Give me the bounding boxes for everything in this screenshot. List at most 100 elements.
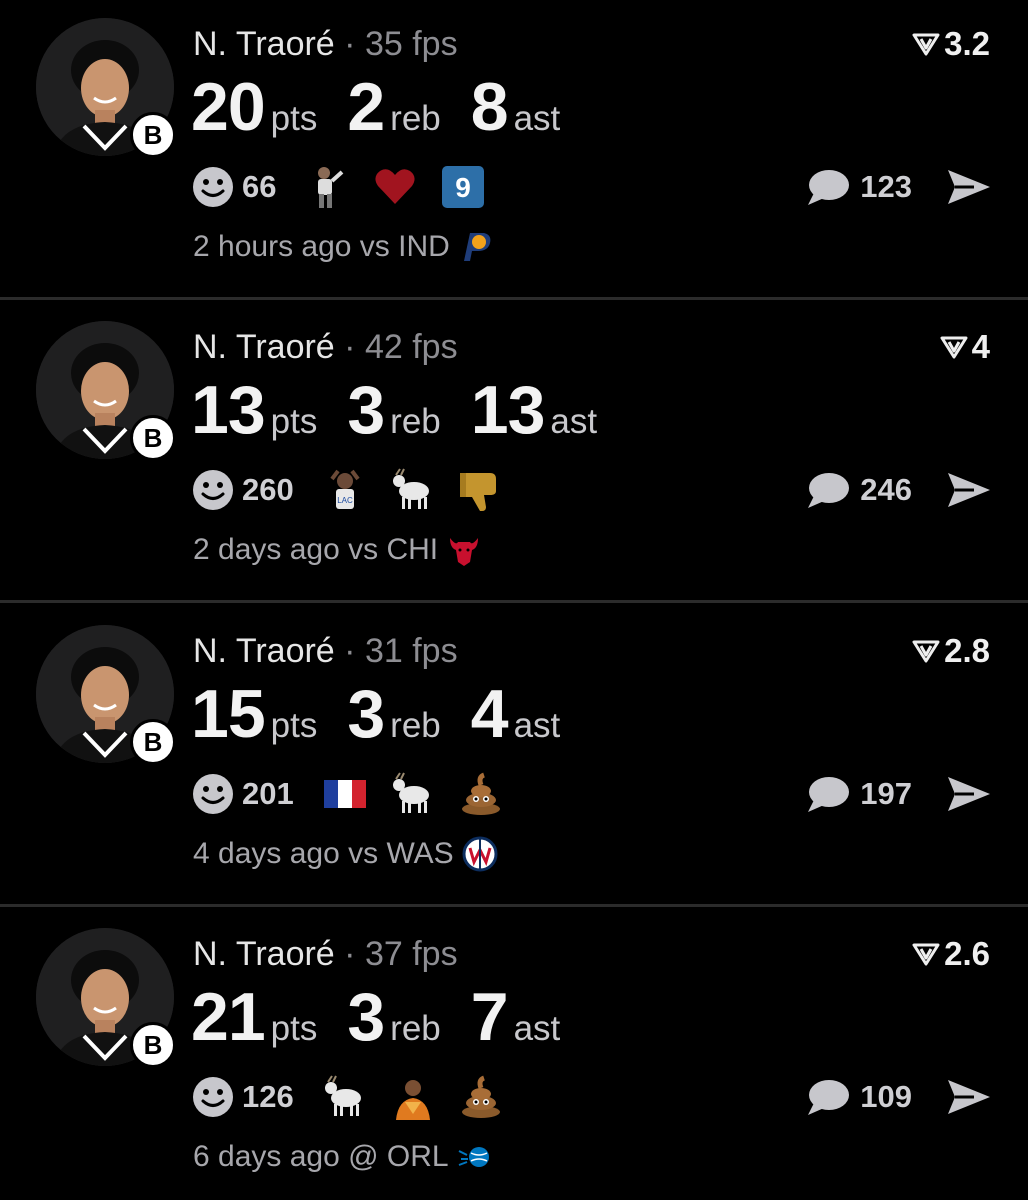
comments-button[interactable]: 123 bbox=[806, 164, 912, 210]
send-icon bbox=[948, 170, 990, 204]
rating[interactable]: 2.8 bbox=[912, 631, 990, 671]
game-post[interactable]: B N. Traoré · 35 fps 3.2 20 pts 2 reb 8 ast… bbox=[0, 0, 1028, 300]
comment-count: 246 bbox=[860, 472, 912, 507]
player-avatar[interactable]: B bbox=[36, 625, 176, 765]
number-9-emoji-icon[interactable]: 9 bbox=[440, 164, 486, 210]
game-post[interactable]: B N. Traoré · 37 fps 2.6 21 pts 3 reb 7 ast… bbox=[0, 910, 1028, 1200]
post-header: N. Traoré · 37 fps bbox=[193, 934, 458, 974]
comment-icon bbox=[808, 473, 850, 508]
assists-unit: ast bbox=[513, 706, 561, 745]
player-avatar[interactable]: B bbox=[36, 928, 176, 1068]
heart-emoji-icon[interactable] bbox=[372, 164, 418, 210]
rating-value: 2.6 bbox=[944, 935, 990, 972]
player-name[interactable]: N. Traoré bbox=[193, 632, 335, 670]
thumbs-down-emoji-icon[interactable] bbox=[458, 467, 504, 513]
reaction-count: 201 bbox=[242, 776, 294, 811]
smiley-icon bbox=[193, 774, 233, 814]
svg-text:9: 9 bbox=[456, 172, 472, 203]
game-feed: B N. Traoré · 35 fps 3.2 20 pts 2 reb 8 ast… bbox=[0, 0, 1028, 1200]
goat-emoji-icon[interactable] bbox=[390, 467, 436, 513]
game-meta: 2 hours ago vs IND bbox=[193, 228, 494, 266]
share-button[interactable] bbox=[946, 1076, 992, 1118]
player-avatar[interactable]: B bbox=[36, 18, 176, 158]
divider bbox=[0, 297, 1028, 300]
bulls-logo-icon bbox=[450, 538, 479, 566]
player-photo-emoji-icon[interactable]: LAC bbox=[322, 467, 368, 513]
comments-button[interactable]: 246 bbox=[806, 467, 912, 513]
player-photo-emoji-icon[interactable] bbox=[304, 164, 350, 210]
stat-line: 21 pts 3 reb 7 ast bbox=[191, 978, 590, 1058]
player-name[interactable]: N. Traoré bbox=[193, 328, 335, 366]
fantasy-points: 35 fps bbox=[364, 25, 458, 63]
comment-count: 123 bbox=[860, 169, 912, 204]
rebounds-unit: reb bbox=[390, 402, 441, 441]
player-avatar[interactable]: B bbox=[36, 321, 176, 461]
team-badge-icon: B bbox=[130, 112, 176, 158]
time-ago: 2 days ago bbox=[193, 533, 340, 566]
wizards-logo-icon bbox=[462, 836, 498, 872]
assists-value: 4 bbox=[470, 676, 509, 752]
reactions-bar: 201 bbox=[192, 771, 526, 817]
game-post[interactable]: B N. Traoré · 31 fps 2.8 15 pts 3 reb 4 ast… bbox=[0, 607, 1028, 907]
add-reaction-button[interactable] bbox=[192, 166, 234, 208]
assists-unit: ast bbox=[513, 99, 561, 138]
opponent[interactable]: vs WAS bbox=[348, 835, 454, 873]
rating-value: 3.2 bbox=[944, 25, 990, 62]
pacers-logo-icon bbox=[463, 233, 491, 261]
comment-count: 109 bbox=[860, 1079, 912, 1114]
points-unit: pts bbox=[270, 99, 318, 138]
reaction-count: 260 bbox=[242, 472, 294, 507]
share-button[interactable] bbox=[946, 166, 992, 208]
comment-count: 197 bbox=[860, 776, 912, 811]
separator: · bbox=[344, 25, 356, 63]
time-ago: 4 days ago bbox=[193, 837, 340, 870]
team-badge-icon: B bbox=[130, 415, 176, 461]
poop-emoji-icon[interactable] bbox=[458, 771, 504, 817]
points-unit: pts bbox=[270, 402, 318, 441]
share-button[interactable] bbox=[946, 469, 992, 511]
game-post[interactable]: B N. Traoré · 42 fps 4 13 pts 3 reb 13 ast … bbox=[0, 303, 1028, 603]
smiley-icon bbox=[193, 167, 233, 207]
rating-icon bbox=[940, 336, 968, 359]
opponent[interactable]: vs CHI bbox=[348, 531, 438, 569]
goat-emoji-icon[interactable] bbox=[390, 771, 436, 817]
person-photo-emoji-icon[interactable] bbox=[390, 1074, 436, 1120]
poop-emoji-icon[interactable] bbox=[458, 1074, 504, 1120]
opponent[interactable]: @ ORL bbox=[348, 1138, 448, 1176]
comment-icon bbox=[808, 1080, 850, 1115]
game-meta: 6 days ago @ ORL bbox=[193, 1138, 493, 1176]
stat-line: 13 pts 3 reb 13 ast bbox=[191, 371, 627, 451]
magic-logo-icon bbox=[458, 1147, 489, 1167]
add-reaction-button[interactable] bbox=[192, 773, 234, 815]
opponent[interactable]: vs IND bbox=[360, 228, 450, 266]
points-value: 21 bbox=[191, 979, 266, 1055]
player-name[interactable]: N. Traoré bbox=[193, 25, 335, 63]
rating[interactable]: 2.6 bbox=[912, 934, 990, 974]
assists-unit: ast bbox=[513, 1009, 561, 1048]
points-unit: pts bbox=[270, 1009, 318, 1048]
rebounds-value: 3 bbox=[347, 676, 385, 752]
stat-line: 20 pts 2 reb 8 ast bbox=[191, 68, 590, 148]
comment-icon bbox=[808, 170, 850, 205]
france-flag-emoji-icon[interactable] bbox=[322, 771, 368, 817]
svg-text:LAC: LAC bbox=[337, 496, 353, 505]
add-reaction-button[interactable] bbox=[192, 469, 234, 511]
comments-button[interactable]: 109 bbox=[806, 1074, 912, 1120]
rating[interactable]: 3.2 bbox=[912, 24, 990, 64]
add-reaction-button[interactable] bbox=[192, 1076, 234, 1118]
reaction-count: 66 bbox=[242, 169, 277, 204]
player-name[interactable]: N. Traoré bbox=[193, 935, 335, 973]
share-button[interactable] bbox=[946, 773, 992, 815]
reactions-bar: 126 bbox=[192, 1074, 526, 1120]
goat-emoji-icon[interactable] bbox=[322, 1074, 368, 1120]
send-icon bbox=[948, 473, 990, 507]
team-badge-icon: B bbox=[130, 1022, 176, 1068]
assists-unit: ast bbox=[550, 402, 598, 441]
rating[interactable]: 4 bbox=[940, 327, 990, 367]
reactions-bar: 260 LAC bbox=[192, 467, 526, 513]
comments-button[interactable]: 197 bbox=[806, 771, 912, 817]
assists-value: 13 bbox=[470, 372, 546, 448]
rating-icon bbox=[912, 943, 940, 966]
rebounds-unit: reb bbox=[390, 706, 441, 745]
fantasy-points: 42 fps bbox=[364, 328, 458, 366]
